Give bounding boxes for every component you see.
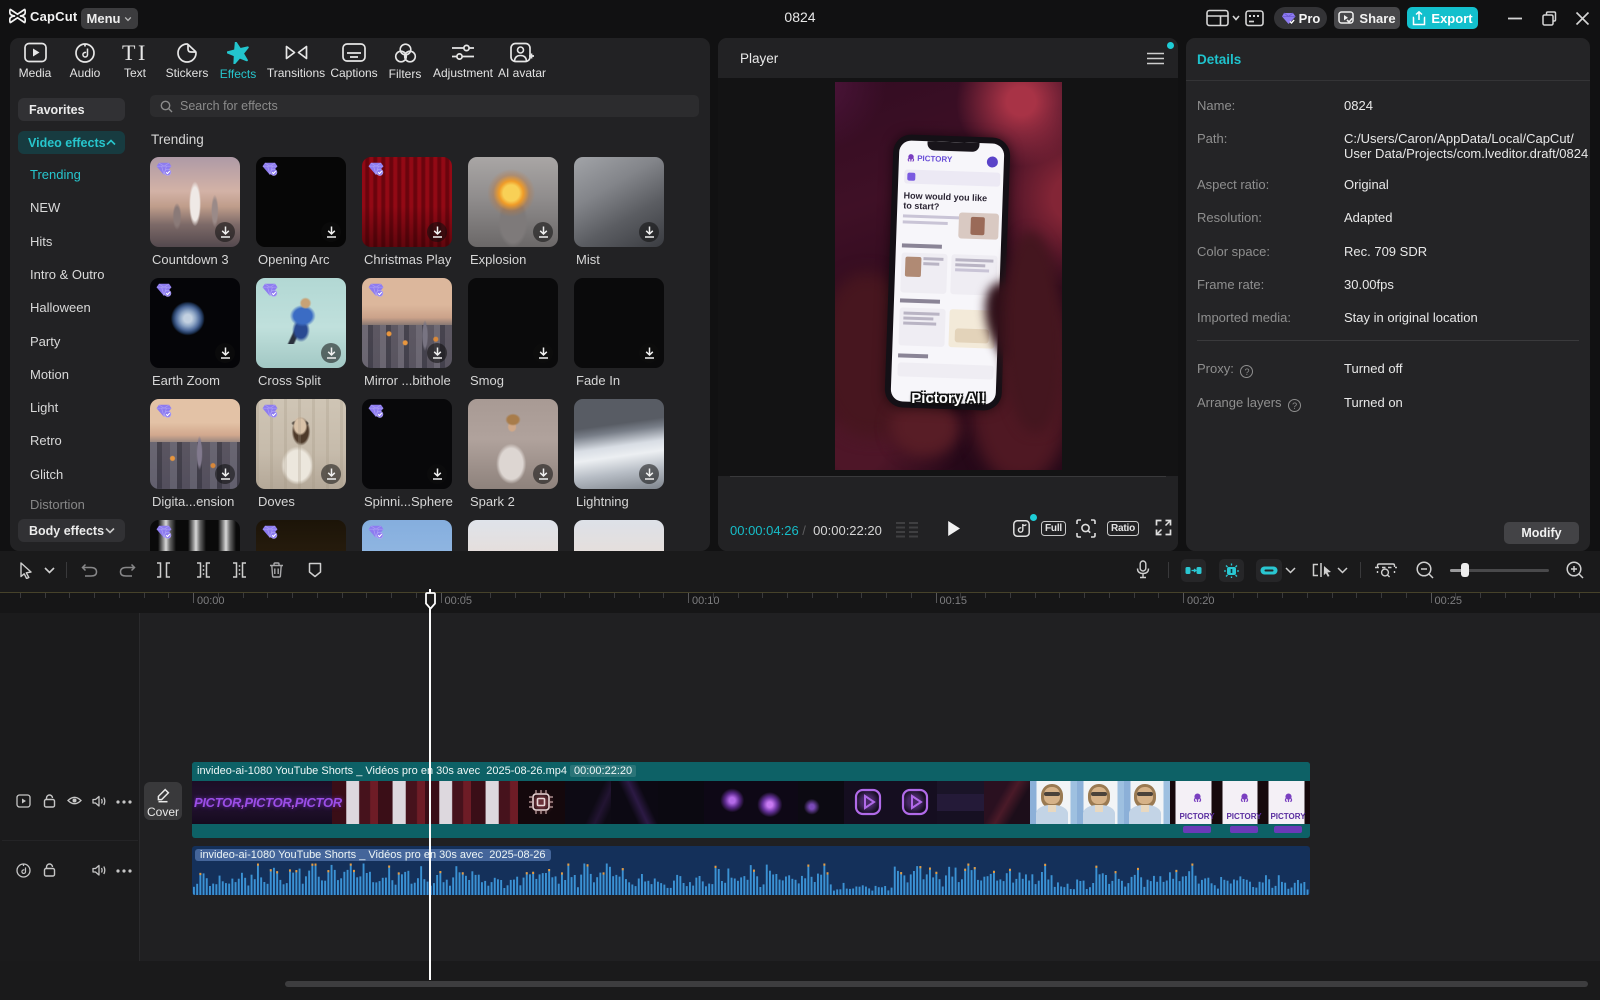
svg-text:T: T [122, 42, 136, 63]
svg-text:I: I [138, 42, 145, 63]
